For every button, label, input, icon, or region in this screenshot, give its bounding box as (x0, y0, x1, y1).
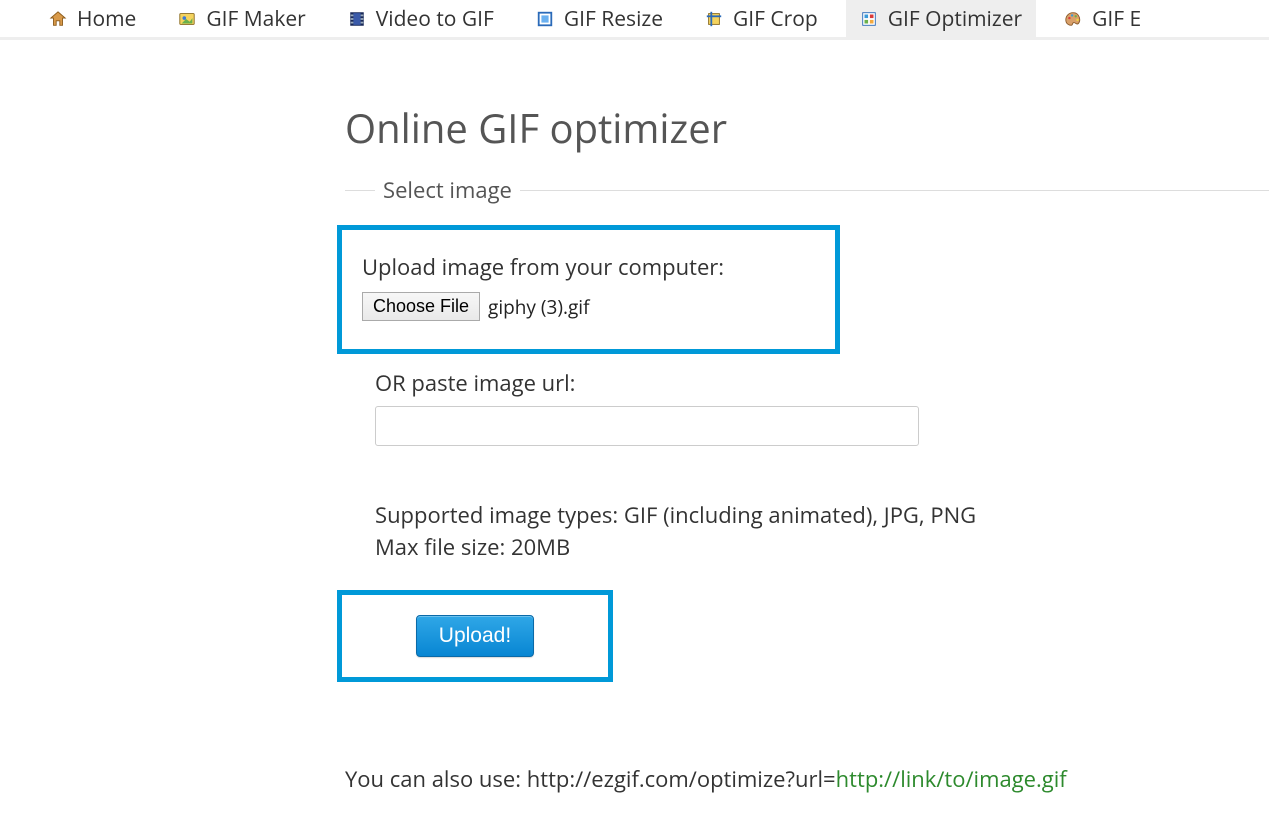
selected-filename: giphy (3).gif (488, 294, 589, 320)
supported-types: Supported image types: GIF (including an… (375, 500, 1239, 532)
nav-label: Video to GIF (376, 5, 494, 33)
top-nav: Home GIF Maker Video to GIF GIF Resize G… (0, 0, 1269, 40)
choose-file-button[interactable]: Choose File (362, 292, 480, 321)
supported-info: Supported image types: GIF (including an… (375, 500, 1239, 564)
nav-label: GIF Resize (564, 5, 663, 33)
nav-gif-crop[interactable]: GIF Crop (691, 0, 832, 39)
nav-gif-optimizer[interactable]: GIF Optimizer (846, 0, 1036, 39)
upload-highlight-box: Upload image from your computer: Choose … (337, 225, 840, 354)
nav-gif-maker[interactable]: GIF Maker (164, 0, 319, 39)
nav-gif-effects[interactable]: GIF E (1050, 0, 1155, 39)
max-file-size: Max file size: 20MB (375, 532, 1239, 564)
nav-label: GIF Crop (733, 5, 818, 33)
page-title: Online GIF optimizer (345, 100, 1269, 155)
upload-button-highlight: Upload! (337, 590, 613, 682)
usage-hint: You can also use: http://ezgif.com/optim… (345, 764, 1269, 794)
nav-label: GIF Optimizer (888, 5, 1022, 33)
nav-video-to-gif[interactable]: Video to GIF (334, 0, 508, 39)
nav-label: GIF Maker (206, 5, 305, 33)
image-url-input[interactable] (375, 406, 919, 446)
film-icon (348, 10, 366, 28)
nav-label: Home (77, 5, 136, 33)
fieldset-legend: Select image (375, 175, 520, 205)
nav-home[interactable]: Home (35, 0, 150, 39)
upload-button[interactable]: Upload! (416, 615, 534, 657)
select-image-fieldset: Select image Upload image from your comp… (345, 175, 1269, 722)
usage-hint-prefix: You can also use: http://ezgif.com/optim… (345, 764, 836, 794)
home-icon (49, 10, 67, 28)
main-content: Online GIF optimizer Select image Upload… (0, 40, 1269, 794)
usage-hint-link[interactable]: http://link/to/image.gif (836, 764, 1067, 794)
crop-icon (705, 10, 723, 28)
image-icon (178, 10, 196, 28)
or-paste-label: OR paste image url: (375, 368, 1239, 398)
nav-label: GIF E (1092, 5, 1141, 33)
palette-icon (1064, 10, 1082, 28)
resize-icon (536, 10, 554, 28)
file-input-row: Choose File giphy (3).gif (362, 292, 815, 321)
nav-gif-resize[interactable]: GIF Resize (522, 0, 677, 39)
optimizer-icon (860, 10, 878, 28)
upload-label: Upload image from your computer: (362, 252, 815, 282)
